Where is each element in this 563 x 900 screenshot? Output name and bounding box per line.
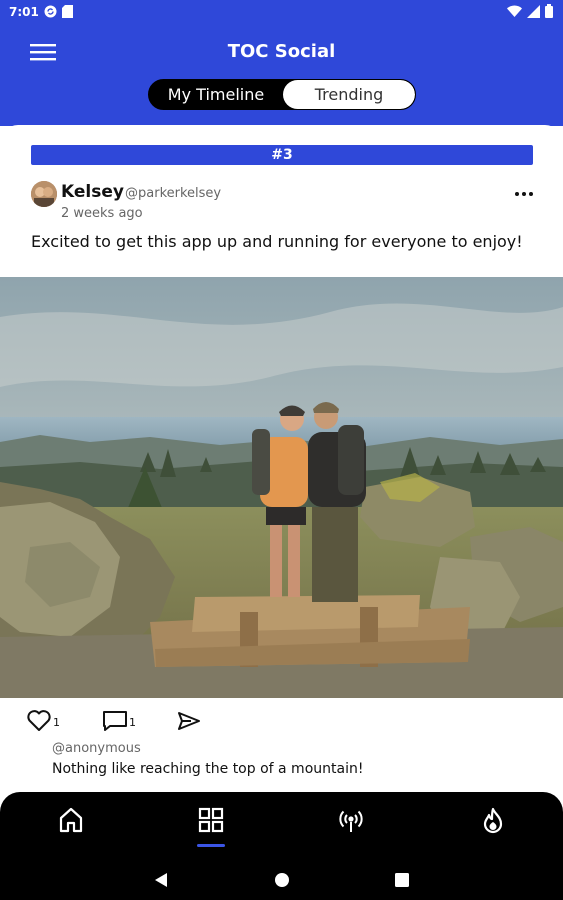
sd-card-icon	[62, 5, 73, 18]
post-photo[interactable]	[0, 277, 563, 698]
signal-icon	[527, 4, 540, 18]
post-text: Excited to get this app up and running f…	[31, 232, 523, 251]
system-recents-button[interactable]	[392, 870, 412, 890]
broadcast-icon	[339, 810, 363, 832]
active-tab-indicator	[197, 844, 225, 847]
flame-icon	[483, 807, 503, 834]
nav-trending[interactable]	[473, 806, 513, 846]
tab-my-timeline[interactable]: My Timeline	[149, 80, 283, 109]
heart-icon	[27, 710, 51, 731]
like-button[interactable]: 1	[26, 707, 60, 735]
rank-badge: #3	[31, 145, 533, 165]
comment-text: Nothing like reaching the top of a mount…	[52, 761, 364, 777]
comment-button[interactable]: 1	[102, 707, 136, 735]
recents-icon	[395, 873, 409, 887]
nav-broadcast[interactable]	[331, 806, 371, 846]
system-nav-bar	[0, 860, 563, 900]
comment-icon	[103, 711, 127, 731]
app-title: TOC Social	[227, 41, 336, 62]
nav-home[interactable]	[51, 806, 91, 846]
more-options-button[interactable]	[513, 185, 535, 203]
battery-icon	[545, 4, 553, 18]
sync-icon	[44, 5, 57, 18]
mountain-photo	[0, 277, 563, 698]
post-card: #3 Kelsey @parkerkelsey 2 weeks ago Exci…	[0, 125, 563, 805]
system-home-button[interactable]	[272, 870, 292, 890]
comment-count: 1	[129, 715, 136, 729]
home-icon	[59, 807, 83, 833]
nav-dashboard[interactable]	[191, 806, 231, 846]
back-icon	[155, 873, 167, 887]
post-author[interactable]: Kelsey	[61, 182, 124, 202]
tab-trending[interactable]: Trending	[283, 80, 415, 109]
system-back-button[interactable]	[151, 870, 171, 890]
wifi-icon	[507, 5, 522, 17]
app-bar: TOC Social My Timeline Trending	[0, 24, 563, 126]
comment-handle[interactable]: @anonymous	[52, 741, 141, 756]
post-handle[interactable]: @parkerkelsey	[125, 186, 221, 201]
post-actions: 1 1	[26, 707, 326, 735]
avatar[interactable]	[31, 181, 57, 207]
send-icon	[178, 712, 200, 730]
home-circle-icon	[275, 873, 289, 887]
avatar-image	[31, 181, 57, 207]
share-button[interactable]	[177, 707, 201, 735]
post-time: 2 weeks ago	[61, 206, 143, 221]
status-time: 7:01	[9, 5, 39, 19]
bottom-nav	[0, 792, 563, 860]
like-count: 1	[53, 715, 60, 729]
status-bar: 7:01	[0, 0, 563, 24]
timeline-tabs: My Timeline Trending	[148, 79, 416, 110]
more-horizontal-icon	[515, 192, 533, 196]
dashboard-icon	[198, 807, 224, 833]
